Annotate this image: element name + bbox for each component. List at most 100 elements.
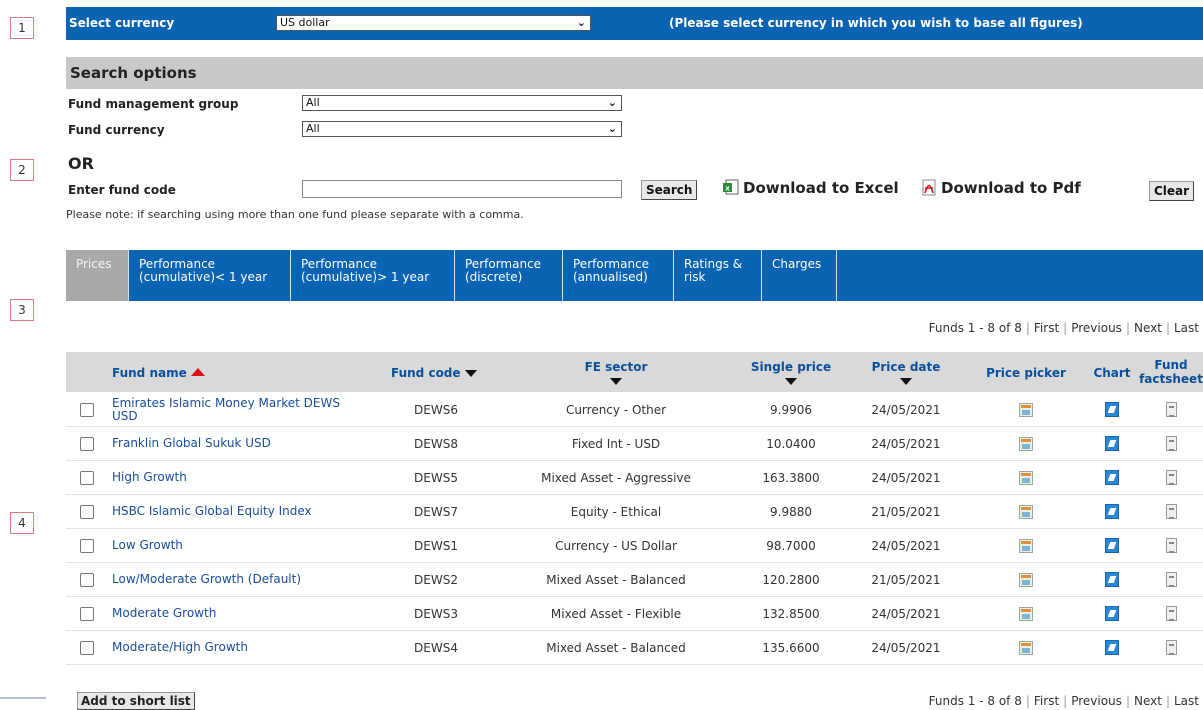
tab-bar: Prices Performance (cumulative)< 1 year … bbox=[66, 250, 1203, 301]
fund-name-link[interactable]: HSBC Islamic Global Equity Index bbox=[112, 495, 352, 528]
row-checkbox[interactable] bbox=[80, 607, 94, 621]
pager-previous-link[interactable]: Previous bbox=[1071, 694, 1122, 708]
price-picker-cell bbox=[996, 597, 1056, 630]
tab-prices[interactable]: Prices bbox=[66, 250, 129, 301]
tab-ratings-risk[interactable]: Ratings & risk bbox=[674, 250, 762, 301]
factsheet-icon[interactable] bbox=[1165, 640, 1177, 655]
chart-icon[interactable] bbox=[1105, 640, 1119, 655]
chart-icon[interactable] bbox=[1105, 470, 1119, 485]
single-price: 132.8500 bbox=[762, 606, 820, 621]
price-picker-icon[interactable] bbox=[1019, 538, 1033, 553]
factsheet-cell bbox=[1146, 563, 1196, 596]
pager-previous-link[interactable]: Previous bbox=[1071, 321, 1122, 335]
fund-group-select-value: All bbox=[306, 96, 320, 109]
excel-icon: x bbox=[723, 179, 739, 195]
tab-performance-cumulative-lt-1y[interactable]: Performance (cumulative)< 1 year bbox=[129, 250, 291, 301]
column-single-price[interactable]: Single price bbox=[736, 360, 846, 388]
pager-range: Funds 1 - 8 of 8 bbox=[928, 321, 1022, 335]
chart-icon[interactable] bbox=[1105, 436, 1119, 451]
fund-code: DEWS3 bbox=[414, 606, 458, 621]
pager-next-link[interactable]: Next bbox=[1134, 694, 1162, 708]
column-label: Single price bbox=[750, 360, 832, 374]
chart-icon[interactable] bbox=[1105, 572, 1119, 587]
price-picker-icon[interactable] bbox=[1019, 640, 1033, 655]
fund-group-select[interactable]: All ⌄ bbox=[302, 95, 622, 111]
sort-desc-icon bbox=[900, 378, 912, 385]
fund-name-link[interactable]: Moderate Growth bbox=[112, 597, 352, 630]
price-picker-cell bbox=[996, 529, 1056, 562]
currency-select[interactable]: US dollar ⌄ bbox=[276, 15, 591, 31]
chart-icon[interactable] bbox=[1105, 606, 1119, 621]
price-picker-icon[interactable] bbox=[1019, 504, 1033, 519]
column-fe-sector[interactable]: FE sector bbox=[536, 360, 696, 388]
fund-name-link[interactable]: High Growth bbox=[112, 461, 352, 494]
chevron-down-icon: ⌄ bbox=[576, 16, 586, 29]
pager-last-link[interactable]: Last bbox=[1174, 321, 1199, 335]
price-picker-icon[interactable] bbox=[1019, 402, 1033, 417]
chart-cell bbox=[1087, 597, 1137, 630]
chart-icon[interactable] bbox=[1105, 402, 1119, 417]
row-checkbox[interactable] bbox=[80, 437, 94, 451]
sort-desc-icon bbox=[464, 370, 477, 377]
column-fund-code[interactable]: Fund code bbox=[391, 366, 477, 380]
single-price: 120.2800 bbox=[762, 572, 820, 587]
factsheet-icon[interactable] bbox=[1165, 402, 1177, 417]
factsheet-icon[interactable] bbox=[1165, 470, 1177, 485]
tab-performance-annualised[interactable]: Performance (annualised) bbox=[563, 250, 674, 301]
factsheet-icon[interactable] bbox=[1165, 538, 1177, 553]
chart-icon[interactable] bbox=[1105, 504, 1119, 519]
price-picker-icon[interactable] bbox=[1019, 470, 1033, 485]
tab-charges[interactable]: Charges bbox=[762, 250, 837, 301]
fund-name-line: USD bbox=[112, 408, 138, 423]
row-checkbox[interactable] bbox=[80, 471, 94, 485]
column-price-date[interactable]: Price date bbox=[856, 360, 956, 388]
factsheet-icon[interactable] bbox=[1165, 572, 1177, 587]
chart-icon[interactable] bbox=[1105, 538, 1119, 553]
fund-name-link[interactable]: Franklin Global Sukuk USD bbox=[112, 427, 352, 460]
row-checkbox[interactable] bbox=[80, 403, 94, 417]
pager-bottom: Funds 1 - 8 of 8 | First | Previous | Next | Las… bbox=[928, 694, 1199, 708]
factsheet-icon[interactable] bbox=[1165, 606, 1177, 621]
fund-name-link[interactable]: Emirates Islamic Money Market DEWS USD bbox=[112, 393, 352, 426]
factsheet-icon[interactable] bbox=[1165, 436, 1177, 451]
pager-first-link[interactable]: First bbox=[1034, 694, 1059, 708]
clear-button[interactable]: Clear bbox=[1149, 181, 1195, 201]
price-picker-icon[interactable] bbox=[1019, 572, 1033, 587]
fund-name-line: Low Growth bbox=[112, 538, 183, 552]
table-row: High Growth DEWS5 Mixed Asset - Aggressi… bbox=[66, 461, 1203, 495]
pdf-icon bbox=[922, 179, 936, 196]
download-pdf-link[interactable]: Download to Pdf bbox=[920, 179, 1081, 197]
tab-performance-discrete[interactable]: Performance (discrete) bbox=[455, 250, 563, 301]
fe-sector: Currency - US Dollar bbox=[555, 538, 677, 553]
pager-first-link[interactable]: First bbox=[1034, 321, 1059, 335]
search-button[interactable]: Search bbox=[641, 180, 698, 200]
add-to-short-list-button[interactable]: Add to short list bbox=[77, 692, 195, 710]
fund-code-input[interactable] bbox=[302, 180, 622, 198]
chart-cell bbox=[1087, 529, 1137, 562]
download-excel-label: Download to Excel bbox=[743, 179, 899, 197]
chart-cell bbox=[1087, 393, 1137, 426]
factsheet-cell bbox=[1146, 529, 1196, 562]
download-excel-link[interactable]: x Download to Excel bbox=[722, 179, 899, 197]
column-fund-name[interactable]: Fund name bbox=[112, 366, 205, 380]
row-checkbox[interactable] bbox=[80, 539, 94, 553]
pager-last-link[interactable]: Last bbox=[1174, 694, 1199, 708]
price-date: 21/05/2021 bbox=[871, 504, 941, 519]
fund-name-line: Emirates Islamic Money Market DEWS bbox=[112, 395, 340, 410]
row-checkbox[interactable] bbox=[80, 641, 94, 655]
factsheet-icon[interactable] bbox=[1165, 504, 1177, 519]
fund-name-link[interactable]: Low Growth bbox=[112, 529, 352, 562]
fund-name-link[interactable]: Moderate/High Growth bbox=[112, 631, 352, 664]
factsheet-cell bbox=[1146, 597, 1196, 630]
fund-code: DEWS7 bbox=[414, 504, 458, 519]
fund-currency-select[interactable]: All ⌄ bbox=[302, 121, 622, 137]
row-checkbox[interactable] bbox=[80, 505, 94, 519]
price-picker-icon[interactable] bbox=[1019, 436, 1033, 451]
row-checkbox[interactable] bbox=[80, 573, 94, 587]
fund-name-link[interactable]: Low/Moderate Growth (Default) bbox=[112, 563, 352, 596]
fund-code: DEWS8 bbox=[414, 436, 458, 451]
price-date: 24/05/2021 bbox=[871, 538, 941, 553]
price-picker-icon[interactable] bbox=[1019, 606, 1033, 621]
tab-performance-cumulative-gt-1y[interactable]: Performance (cumulative)> 1 year bbox=[291, 250, 455, 301]
pager-next-link[interactable]: Next bbox=[1134, 321, 1162, 335]
